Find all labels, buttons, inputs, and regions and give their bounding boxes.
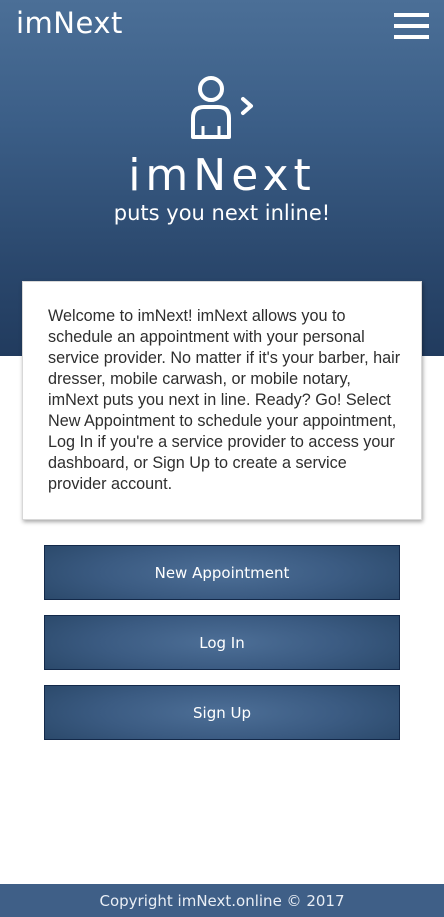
person-next-icon (191, 76, 253, 139)
footer: Copyright imNext.online © 2017 (0, 884, 444, 917)
menu-bar (394, 24, 429, 28)
log-in-button[interactable]: Log In (44, 615, 400, 670)
menu-bar (394, 35, 429, 39)
hamburger-menu-icon[interactable] (394, 13, 429, 39)
menu-bar (394, 13, 429, 17)
logo-wordmark: imNext (128, 150, 316, 201)
sign-up-button[interactable]: Sign Up (44, 685, 400, 740)
tagline: puts you next inline! (113, 201, 331, 225)
new-appointment-button[interactable]: New Appointment (44, 545, 400, 600)
welcome-card: Welcome to imNext! imNext allows you to … (22, 281, 422, 520)
copyright-text: Copyright imNext.online © 2017 (99, 891, 345, 910)
welcome-text: Welcome to imNext! imNext allows you to … (48, 307, 401, 493)
brand-title[interactable]: imNext (16, 6, 123, 40)
